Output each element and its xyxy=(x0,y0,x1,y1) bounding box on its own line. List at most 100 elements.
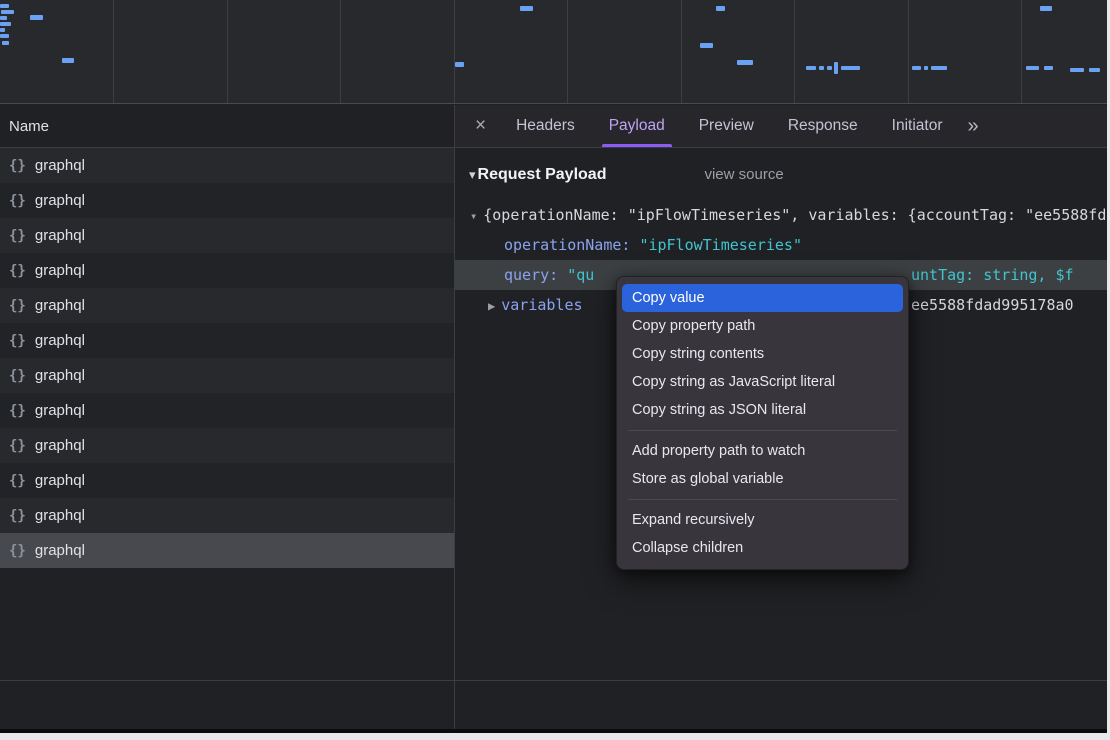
tab-payload[interactable]: Payload xyxy=(592,105,682,147)
json-braces-icon: {} xyxy=(9,298,26,314)
name-column-header[interactable]: Name xyxy=(0,105,454,148)
request-row[interactable]: {}graphql xyxy=(0,498,454,533)
menu-item[interactable]: Add property path to watch xyxy=(622,437,903,465)
request-row[interactable]: {} graphql xyxy=(0,533,454,568)
view-source-link[interactable]: view source xyxy=(704,166,783,183)
timeline-request-bar xyxy=(819,66,824,70)
json-braces-icon: {} xyxy=(9,473,26,489)
request-row[interactable]: {} graphql xyxy=(0,183,454,218)
section-collapse-icon[interactable]: ▾ xyxy=(469,167,476,183)
detail-tab-bar: × HeadersPayloadPreviewResponseInitiator… xyxy=(455,105,1107,148)
request-name: graphql xyxy=(35,507,85,524)
section-title: Request Payload xyxy=(478,166,607,184)
json-braces-icon: {} xyxy=(9,193,26,209)
timeline-request-bar xyxy=(1040,6,1052,11)
timeline-request-bar xyxy=(0,22,11,26)
timeline-request-bar xyxy=(834,62,838,74)
timeline-request-bar xyxy=(1089,68,1100,72)
menu-item[interactable]: Copy string as JSON literal xyxy=(622,396,903,424)
menu-item[interactable]: Copy property path xyxy=(622,312,903,340)
request-name: graphql xyxy=(35,402,85,419)
request-name: graphql xyxy=(35,332,85,349)
timeline-request-bar xyxy=(1044,66,1053,70)
menu-item[interactable]: Copy string as JavaScript literal xyxy=(622,368,903,396)
timeline-request-bar xyxy=(0,4,9,8)
timeline-gridline xyxy=(340,0,341,103)
timeline-request-bar xyxy=(0,34,9,38)
request-row[interactable]: {} graphql xyxy=(0,218,454,253)
timeline-request-bar xyxy=(2,41,9,45)
property-value-clipped: untTag: string, $f xyxy=(911,260,1074,290)
timeline-request-bar xyxy=(62,58,74,63)
timeline-request-bar xyxy=(0,28,5,32)
tab-response[interactable]: Response xyxy=(771,105,875,147)
menu-item[interactable]: Expand recursively xyxy=(622,506,903,534)
request-row[interactable]: {}graphql xyxy=(0,148,454,183)
tab-headers[interactable]: Headers xyxy=(499,105,592,147)
request-payload-section: ▾ Request Payload view source xyxy=(455,166,1107,184)
menu-item[interactable]: Collapse children xyxy=(622,534,903,562)
property-key: operationName: xyxy=(504,236,630,254)
context-menu: Copy valueCopy property pathCopy string … xyxy=(616,276,909,570)
json-braces-icon: {} xyxy=(9,368,26,384)
menu-separator xyxy=(628,499,897,500)
menu-separator xyxy=(628,430,897,431)
request-list: {} graphql {} graphql {} graphql {} graphql {} gr… xyxy=(0,148,454,568)
json-braces-icon: {} xyxy=(9,263,26,279)
payload-row-operation-name[interactable]: operationName: "ipFlowTimeseries" xyxy=(455,230,1107,260)
close-icon[interactable]: × xyxy=(475,115,486,137)
request-table-panel: Name {}graphql{}graphql{}graphql{}graphq… xyxy=(0,105,455,729)
expand-triangle-icon[interactable]: ▾ xyxy=(470,209,477,223)
timeline-request-bar xyxy=(1070,68,1084,72)
request-row[interactable]: {} graphql xyxy=(0,358,454,393)
request-name: graphql xyxy=(35,192,85,209)
request-row[interactable]: {}graphql xyxy=(0,288,454,323)
json-braces-icon: {} xyxy=(9,158,26,174)
timeline-request-bar xyxy=(931,66,947,70)
timeline-gridline xyxy=(227,0,228,103)
timeline-request-bar xyxy=(924,66,928,70)
timeline-gridline xyxy=(113,0,114,103)
request-row[interactable]: {} graphql xyxy=(0,323,454,358)
timeline-request-bar xyxy=(827,66,832,70)
collapsed-triangle-icon[interactable]: ▶ xyxy=(488,299,495,313)
timeline-gridline xyxy=(794,0,795,103)
network-overview-timeline[interactable] xyxy=(0,0,1107,104)
timeline-gridline xyxy=(1021,0,1022,103)
timeline-request-bar xyxy=(806,66,816,70)
name-column-label: Name xyxy=(9,118,49,135)
payload-root-preview: {operationName: "ipFlowTimeseries", vari… xyxy=(483,206,1107,224)
timeline-request-bar xyxy=(30,15,43,20)
json-braces-icon: {} xyxy=(9,543,26,559)
request-name: graphql xyxy=(35,472,85,489)
payload-root-row[interactable]: ▾ {operationName: "ipFlowTimeseries", var… xyxy=(455,200,1107,230)
property-key: query: xyxy=(504,266,558,284)
menu-item[interactable]: Copy string contents xyxy=(622,340,903,368)
request-name: graphql xyxy=(35,227,85,244)
tab-initiator[interactable]: Initiator xyxy=(875,105,960,147)
property-preview-clipped: ee5588fdad995178a0 xyxy=(911,290,1074,320)
request-detail-panel: × HeadersPayloadPreviewResponseInitiator… xyxy=(455,105,1107,729)
timeline-request-bar xyxy=(0,16,7,20)
json-braces-icon: {} xyxy=(9,333,26,349)
timeline-request-bar xyxy=(1,10,14,14)
json-braces-icon: {} xyxy=(9,228,26,244)
request-row[interactable]: {} graphql xyxy=(0,463,454,498)
request-row[interactable]: {}graphql xyxy=(0,393,454,428)
request-name: graphql xyxy=(35,542,85,559)
tab-preview[interactable]: Preview xyxy=(682,105,771,147)
more-tabs-icon[interactable]: » xyxy=(968,116,979,136)
request-name: graphql xyxy=(35,367,85,384)
detail-tabs: HeadersPayloadPreviewResponseInitiator xyxy=(499,105,959,147)
request-row[interactable]: {}graphql xyxy=(0,428,454,463)
menu-item[interactable]: Store as global variable xyxy=(622,465,903,493)
timeline-request-bar xyxy=(737,60,753,65)
property-key: variables xyxy=(501,296,582,314)
request-row[interactable]: {}graphql xyxy=(0,253,454,288)
timeline-request-bar xyxy=(716,6,725,11)
summary-divider xyxy=(0,680,1107,681)
menu-item[interactable]: Copy value xyxy=(622,284,903,312)
timeline-request-bar xyxy=(455,62,464,67)
devtools-window: Name {}graphql{}graphql{}graphql{}graphq… xyxy=(0,0,1107,733)
property-value: "ipFlowTimeseries" xyxy=(639,236,802,254)
